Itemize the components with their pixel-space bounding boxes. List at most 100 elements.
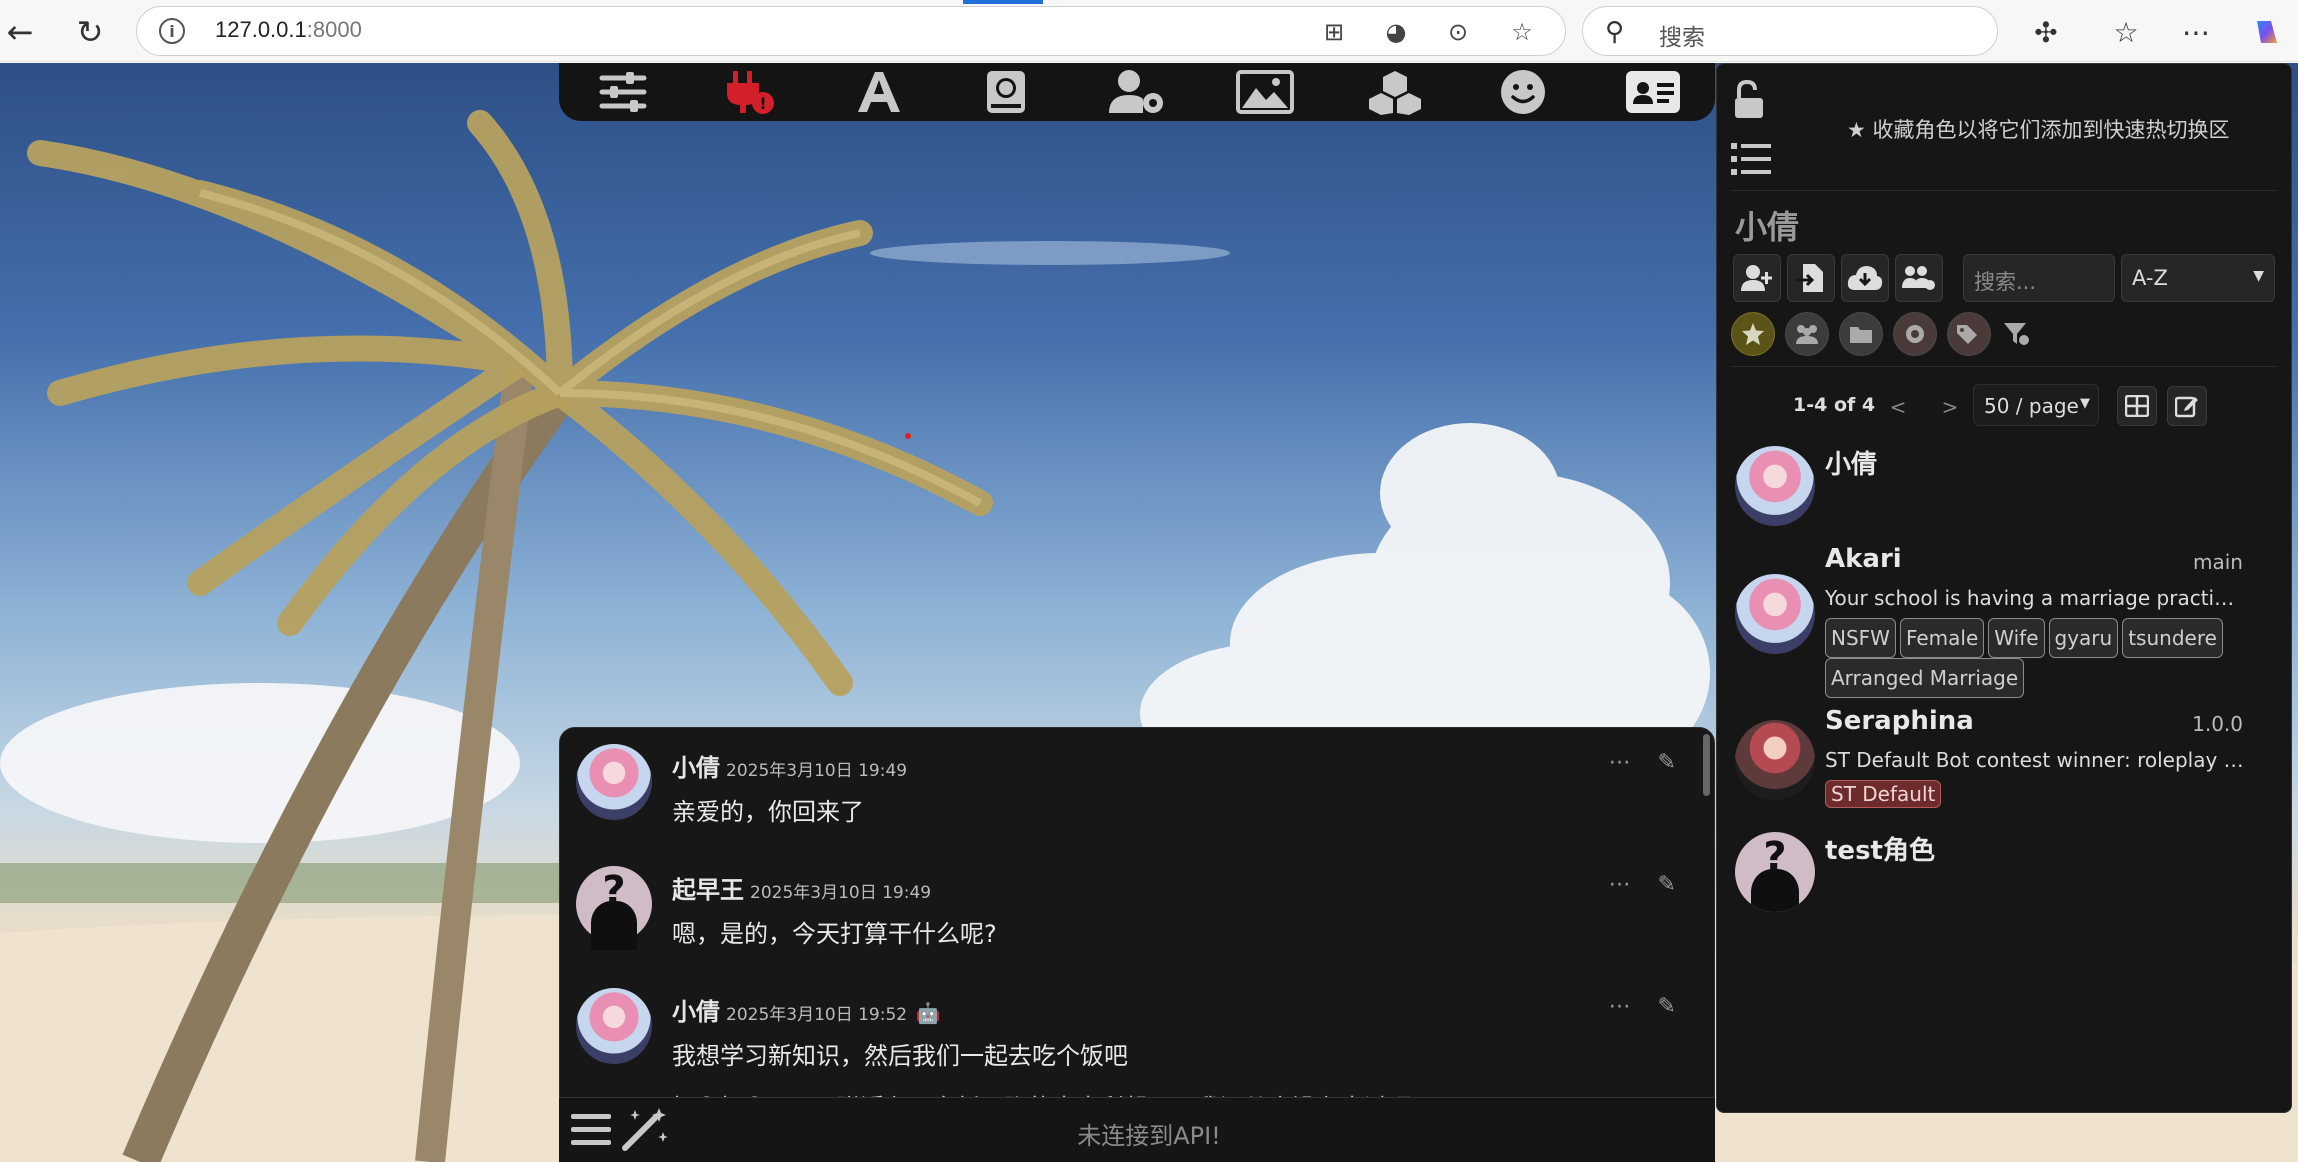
next-page-button[interactable]: >	[1933, 390, 1967, 424]
pagination-range: 1-4 of 4	[1793, 394, 1876, 416]
app-top-toolbar: !	[559, 63, 1715, 121]
filter-groups-button[interactable]	[1785, 312, 1829, 356]
tag[interactable]: tsundere	[2122, 618, 2223, 658]
grid-view-button[interactable]	[2117, 386, 2157, 426]
character-version: main	[2193, 550, 2243, 574]
chat-message: 小倩 2025年3月10日 19:52 🤖 ⋯ ✎ 我想学习新知识，然后我们一起去…	[576, 974, 1686, 1094]
id-card-icon[interactable]	[1623, 69, 1683, 115]
chat-scrollbar[interactable]	[1703, 734, 1710, 796]
filter-folder-button[interactable]	[1839, 312, 1883, 356]
extensions-icon[interactable]: ✣	[2026, 12, 2066, 52]
character-version: 1.0.0	[2192, 712, 2243, 736]
current-character-name: 小倩	[1735, 208, 1800, 246]
plug-icon[interactable]: !	[719, 69, 779, 115]
character-search-input[interactable]: 搜索...	[1963, 254, 2115, 302]
avatar	[1735, 832, 1815, 912]
per-page-value: 50 / page	[1984, 394, 2079, 418]
search-icon: ⚲	[1605, 17, 1625, 47]
info-icon[interactable]: i	[159, 18, 185, 44]
cloud-download-button[interactable]	[1841, 254, 1889, 302]
sort-value: A-Z	[2132, 266, 2168, 290]
avatar	[576, 744, 652, 820]
message-actions[interactable]: ⋯ ✎	[1609, 994, 1686, 1019]
more-circle-icon[interactable]: ⊙	[1443, 17, 1473, 47]
per-page-select[interactable]: 50 / page ▼	[1973, 384, 2099, 426]
address-bar[interactable]: i 127.0.0.1:8000 ⊞ ◕ ⊙ ☆	[136, 6, 1566, 56]
tag[interactable]: Wife	[1988, 618, 2045, 658]
book-globe-icon[interactable]	[977, 69, 1037, 115]
tag[interactable]: Arranged Marriage	[1825, 658, 2025, 698]
avatar	[1735, 574, 1815, 654]
character-panel: ★ 收藏角色以将它们添加到快速热切换区 小倩 搜索... A-Z ▼ 1-4 o…	[1716, 63, 2292, 1113]
character-tags: ST Default	[1825, 780, 1945, 808]
message-author: 起早王 2025年3月10日 19:49	[672, 876, 932, 904]
message-text: 我想学习新知识，然后我们一起去吃个饭吧	[672, 1042, 1128, 1070]
character-tags: NSFW Female Wife gyaru tsundere Arranged Marr…	[1825, 618, 2255, 698]
list-icon[interactable]	[1731, 142, 1771, 180]
group-settings-button[interactable]	[1895, 254, 1943, 302]
favorite-star-icon[interactable]: ☆	[1507, 17, 1537, 47]
avatar	[1735, 446, 1815, 526]
menu-dots-icon[interactable]: ⋯	[2176, 12, 2216, 52]
chat-input-bar: 未连接到API!	[559, 1097, 1715, 1162]
tag[interactable]: Female	[1899, 618, 1985, 658]
character-item[interactable]: 小倩	[1717, 434, 2293, 534]
prev-page-button[interactable]: <	[1881, 390, 1915, 424]
font-icon[interactable]	[849, 69, 909, 115]
message-text: 亲爱的，你回来了	[672, 798, 864, 826]
filter-tags-button[interactable]	[1947, 312, 1991, 356]
user-gear-icon[interactable]	[1107, 69, 1167, 115]
character-name: Akari	[1825, 544, 1902, 574]
message-author: 小倩 2025年3月10日 19:49	[672, 754, 908, 782]
chat-message: 小倩 2025年3月10日 19:49 ⋯ ✎ 亲爱的，你回来了	[576, 730, 1686, 850]
message-author: 小倩 2025年3月10日 19:52 🤖	[672, 998, 941, 1026]
copilot-icon[interactable]	[2246, 12, 2286, 52]
tag[interactable]: NSFW	[1825, 618, 1896, 658]
smile-icon[interactable]	[1493, 69, 1553, 115]
back-icon[interactable]: ←	[0, 12, 40, 52]
magic-wand-icon[interactable]	[621, 1108, 669, 1156]
cubes-icon[interactable]	[1365, 69, 1425, 115]
favorites-hint: ★ 收藏角色以将它们添加到快速热切换区	[1847, 118, 2230, 142]
browser-search-box[interactable]: ⚲ 搜索	[1582, 6, 1998, 56]
url-text[interactable]: 127.0.0.1:8000	[215, 17, 362, 43]
image-icon[interactable]	[1235, 69, 1295, 115]
refresh-icon[interactable]: ↻	[70, 12, 110, 52]
import-file-button[interactable]	[1787, 254, 1835, 302]
loading-indicator	[963, 0, 1043, 4]
character-name: Seraphina	[1825, 706, 1974, 736]
message-actions[interactable]: ⋯ ✎	[1609, 872, 1686, 897]
chat-message: 起早王2025年3月10日 19:49 ⋯ ✎ 嗯，是的，今天打算干什么呢?	[576, 852, 1686, 972]
tag[interactable]: ST Default	[1825, 780, 1942, 808]
character-item[interactable]: test角色	[1717, 822, 2293, 922]
character-name: 小倩	[1825, 450, 1878, 480]
add-character-button[interactable]	[1733, 254, 1781, 302]
character-name: test角色	[1825, 836, 1935, 866]
filter-settings-button[interactable]	[1893, 312, 1937, 356]
svg-text:!: !	[759, 94, 766, 113]
character-description: ST Default Bot contest winner: roleplay …	[1825, 748, 2245, 772]
chevron-down-icon: ▼	[2253, 268, 2264, 284]
options-menu-icon[interactable]	[571, 1112, 611, 1152]
message-actions[interactable]: ⋯ ✎	[1609, 750, 1686, 775]
character-description: Your school is having a marriage practic…	[1825, 586, 2245, 610]
edge-icon[interactable]: ◕	[1381, 17, 1411, 47]
tag[interactable]: gyaru	[2048, 618, 2119, 658]
character-item[interactable]: Seraphina 1.0.0 ST Default Bot contest w…	[1717, 698, 2293, 818]
character-item[interactable]: Akari main Your school is having a marri…	[1717, 534, 2293, 698]
bulk-edit-button[interactable]	[2167, 386, 2207, 426]
avatar	[1735, 720, 1815, 800]
message-time: 2025年3月10日 19:52	[726, 1005, 908, 1025]
sliders-icon[interactable]	[593, 69, 653, 115]
filter-favorites-button[interactable]	[1731, 312, 1775, 356]
clear-filter-icon[interactable]	[2003, 322, 2031, 350]
favorites-icon[interactable]: ☆	[2106, 12, 2146, 52]
chevron-down-icon: ▼	[2080, 396, 2090, 411]
unlock-icon[interactable]	[1731, 79, 1767, 124]
message-time: 2025年3月10日 19:49	[726, 761, 908, 781]
avatar	[576, 988, 652, 1064]
chat-input[interactable]: 未连接到API!	[859, 1116, 1439, 1151]
bot-icon: 🤖	[915, 1001, 941, 1025]
sort-select[interactable]: A-Z ▼	[2121, 254, 2275, 302]
app-available-icon[interactable]: ⊞	[1319, 17, 1349, 47]
